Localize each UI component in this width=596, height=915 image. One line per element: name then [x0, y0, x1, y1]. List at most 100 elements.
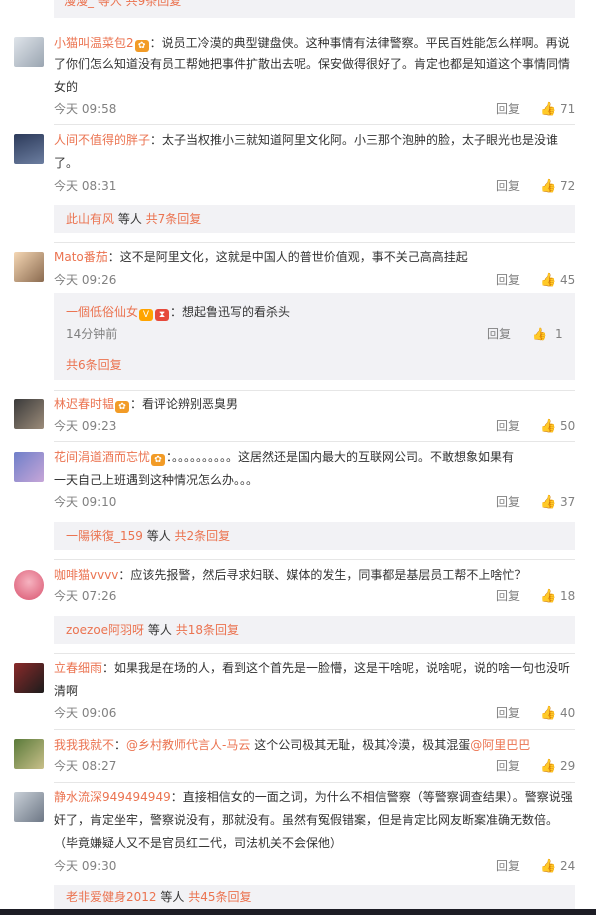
thumbs-up-icon[interactable]: 👍: [540, 494, 556, 512]
username-link[interactable]: 花间涓道酒而忘忧: [54, 450, 150, 464]
comment-meta: 今天 07:26 回复 👍 18: [54, 587, 575, 605]
reply-button[interactable]: 回复: [496, 271, 520, 289]
avatar[interactable]: [14, 792, 44, 822]
comment-text-line: （毕竟嫌疑人又不是官员红二代，司法机关不会保他）: [54, 836, 343, 850]
replies-summary[interactable]: zoezoe阿羽呀 等人 共18条回复: [54, 616, 575, 644]
more-replies-link[interactable]: 共18条回复: [176, 623, 239, 637]
reply-button[interactable]: 回复: [487, 324, 511, 344]
divider: [54, 782, 575, 783]
top-replies-text[interactable]: 漫漫_ 等人 共9条回复: [64, 0, 181, 11]
timestamp: 今天 09:10: [54, 495, 117, 509]
more-replies-link[interactable]: 共2条回复: [175, 529, 231, 543]
username-link[interactable]: Mato番茄: [54, 250, 108, 264]
username-link[interactable]: 林迟春时韫: [54, 397, 114, 411]
more-replies-link[interactable]: 共6条回复: [66, 358, 122, 372]
avatar[interactable]: [14, 37, 44, 67]
thumbs-up-icon[interactable]: 👍: [540, 178, 556, 196]
username-link[interactable]: 我我我就不: [54, 738, 114, 752]
reply-button[interactable]: 回复: [496, 857, 520, 875]
timestamp: 今天 07:26: [54, 589, 117, 603]
timestamp: 今天 09:26: [54, 273, 117, 287]
username-link[interactable]: 静水流深949494949: [54, 790, 171, 804]
reply-user-link[interactable]: 老非爱健身2012: [66, 890, 157, 904]
thumbs-up-icon[interactable]: 👍: [540, 418, 556, 436]
comment-text-line: 一天自己上班遇到这种情况怎么办。。。: [54, 473, 259, 487]
divider: [54, 559, 575, 560]
thumbs-up-icon[interactable]: 👍: [540, 101, 556, 119]
reply-user-link[interactable]: zoezoe阿羽呀: [66, 623, 144, 637]
nested-reply-meta: 14分钟前 回复 👍 1: [66, 324, 575, 344]
avatar[interactable]: [14, 452, 44, 482]
comment-text: 咖啡猫vvvv：应该先报警，然后寻求妇联、媒体的发生，同事都是基层员工帮不上啥忙…: [54, 568, 527, 582]
avatar[interactable]: [14, 252, 44, 282]
nested-reply: 一個低俗仙女 V ⧗ ：想起鲁迅写的看杀头: [66, 305, 291, 321]
timestamp: 今天 09:30: [54, 859, 117, 873]
reply-user-link[interactable]: 此山有风: [66, 212, 114, 226]
username-link[interactable]: 立春细雨: [54, 661, 102, 675]
more-replies-link-row: 共6条回复: [66, 355, 122, 375]
comment-text-line: 奸了，肯定坐牢，警察说没有，那就没有。虽然有冤假错案，但是肯定比网友断案准确无数…: [54, 813, 559, 827]
thumbs-up-icon[interactable]: 👍: [540, 588, 556, 606]
reply-button[interactable]: 回复: [496, 417, 520, 435]
username-link[interactable]: 人间不值得的胖子: [54, 133, 150, 147]
reply-button[interactable]: 回复: [496, 587, 520, 605]
thumbs-up-icon[interactable]: 👍: [540, 705, 556, 723]
replies-summary[interactable]: 老非爱健身2012 等人 共45条回复: [54, 885, 575, 909]
vip-badge-icon: ✿: [115, 401, 130, 413]
comment-meta: 今天 09:30 回复 👍 24: [54, 857, 575, 875]
timestamp: 今天 09:58: [54, 102, 117, 116]
more-replies-link[interactable]: 共45条回复: [188, 890, 251, 904]
more-replies-link[interactable]: 共7条回复: [146, 212, 202, 226]
thumbs-up-icon[interactable]: 👍: [540, 858, 556, 876]
comment-meta: 今天 08:31 回复 👍 72: [54, 177, 575, 195]
timestamp: 今天 08:27: [54, 759, 117, 773]
like-count: 40: [560, 706, 576, 720]
like-count: 37: [560, 495, 576, 509]
comment-text-line: 了。: [54, 156, 79, 170]
verified-v-icon: V: [139, 309, 154, 321]
avatar[interactable]: [14, 663, 44, 693]
comment-meta: 今天 09:23 回复 👍 50: [54, 417, 575, 435]
reply-thread: 一個低俗仙女 V ⧗ ：想起鲁迅写的看杀头 14分钟前 回复 👍 1 共6条回复: [54, 293, 575, 380]
comment-text-line: 清啊: [54, 684, 79, 698]
reply-button[interactable]: 回复: [496, 177, 520, 195]
like-count: 71: [560, 102, 576, 116]
comment-text-line: 了你们怎么知道没有员工帮她把事件扩散出去呢。保安做得很好了。肯定也都是知道这个事…: [54, 57, 571, 71]
comment-text: 立春细雨：如果我是在场的人，看到这个首先是一脸懵，这是干啥呢，说啥呢，说的啥一句…: [54, 661, 571, 675]
thumbs-up-icon[interactable]: 👍: [540, 758, 556, 776]
comment-meta: 今天 09:06 回复 👍 40: [54, 704, 575, 722]
replies-summary[interactable]: 一陽徕復_159 等人 共2条回复: [54, 522, 575, 550]
comment-meta: 今天 09:26 回复 👍 45: [54, 271, 575, 289]
timestamp: 今天 08:31: [54, 179, 117, 193]
like-count: 18: [560, 589, 576, 603]
thumbs-up-icon[interactable]: 👍: [532, 324, 547, 344]
avatar[interactable]: [14, 739, 44, 769]
reply-button[interactable]: 回复: [496, 100, 520, 118]
comment-text-line: 女的: [54, 80, 79, 94]
username-link[interactable]: 小猫叫温菜包2: [54, 36, 134, 50]
avatar[interactable]: [14, 399, 44, 429]
top-replies-strip[interactable]: 漫漫_ 等人 共9条回复: [54, 0, 575, 18]
like-count: 45: [560, 273, 576, 287]
thumbs-up-icon[interactable]: 👍: [540, 272, 556, 290]
like-count: 24: [560, 859, 576, 873]
comment-text: 小猫叫温菜包2 ✿ ：说员工冷漠的典型键盘侠。这种事情有法律警察。平民百姓能怎么样啊…: [54, 36, 570, 52]
avatar[interactable]: [14, 570, 44, 600]
timestamp: 今天 09:06: [54, 706, 117, 720]
comment-text: Mato番茄：这不是阿里文化，这就是中国人的普世价值观，事不关己高高挂起: [54, 250, 468, 264]
divider: [54, 124, 575, 125]
reply-button[interactable]: 回复: [496, 757, 520, 775]
reply-button[interactable]: 回复: [496, 493, 520, 511]
hourglass-badge-icon: ⧗: [155, 309, 170, 321]
username-link[interactable]: 咖啡猫vvvv: [54, 568, 118, 582]
comment-text: 花间涓道酒而忘忧 ✿ ：。。。。。。。。。。这居然还是国内最大的互联网公司。不敢想象…: [54, 450, 515, 466]
bottom-bar: [0, 909, 596, 915]
avatar[interactable]: [14, 134, 44, 164]
mention-link[interactable]: @阿里巴巴: [470, 738, 530, 752]
replies-summary[interactable]: 此山有风 等人 共7条回复: [54, 205, 575, 233]
mention-link[interactable]: @乡村教师代言人-马云: [126, 738, 250, 752]
reply-user-link[interactable]: 一陽徕復_159: [66, 529, 143, 543]
reply-user-link[interactable]: 一個低俗仙女: [66, 305, 138, 319]
reply-button[interactable]: 回复: [496, 704, 520, 722]
divider: [54, 242, 575, 243]
